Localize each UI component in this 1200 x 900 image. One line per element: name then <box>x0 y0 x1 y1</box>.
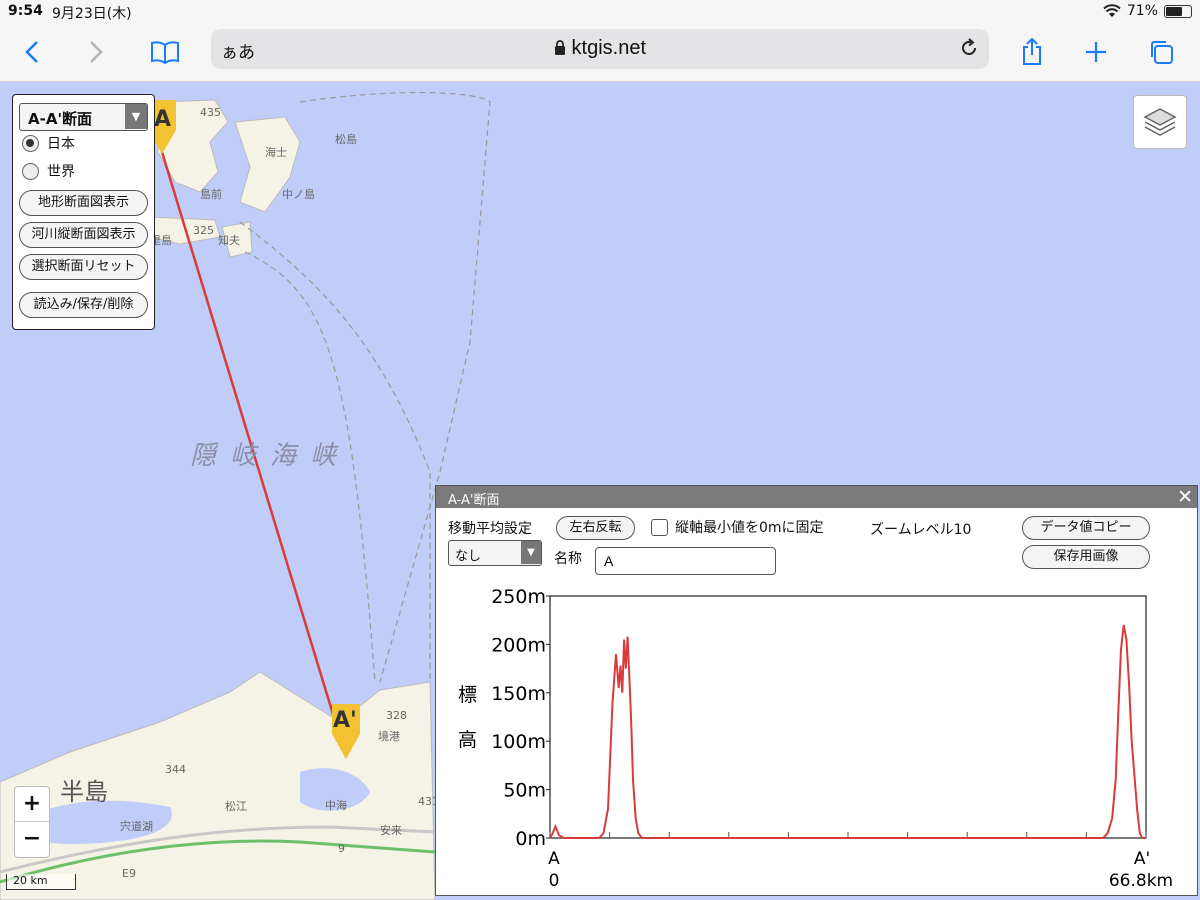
radio-world-label: 世界 <box>47 164 75 180</box>
map-label-6: 知夫 <box>218 234 240 247</box>
fix-min-label: 縦軸最小値を0mに固定 <box>675 520 824 536</box>
profile-window-title: A-A'断面 <box>448 493 500 508</box>
map-label-3: 島前 <box>200 188 222 201</box>
map-label-10: 344 <box>165 763 186 776</box>
new-tab-button[interactable] <box>1078 34 1114 70</box>
y-tick-label: 200m <box>491 634 546 656</box>
profile-control-panel: A-A'断面 ▼ 日本 世界 地形断面図表示 河川縦断面図表示 選択断面リセット… <box>12 94 155 330</box>
map-label-15: 安来 <box>380 824 402 837</box>
map-label-1: 松島 <box>335 133 357 146</box>
status-bar: 9:54 9月23日(木) 71% <box>0 0 1200 24</box>
zoom-out-button[interactable]: − <box>15 822 49 857</box>
url-host: ktgis.net <box>211 37 989 60</box>
section-select-value: A-A'断面 <box>28 110 93 128</box>
wifi-icon <box>1103 4 1121 17</box>
tabs-button[interactable] <box>1143 34 1179 70</box>
share-icon <box>1023 38 1041 65</box>
map-label-18: E9 <box>122 867 136 880</box>
map-label-12: 松江 <box>225 800 247 813</box>
share-button[interactable] <box>1014 34 1050 70</box>
name-input[interactable] <box>595 547 776 575</box>
river-profile-button[interactable]: 河川縦断面図表示 <box>19 222 148 248</box>
moving-average-select[interactable]: なし ▼ <box>448 540 542 566</box>
map-label-4: 中ノ島 <box>282 188 315 201</box>
map-label-16: 9 <box>338 842 345 855</box>
terrain-profile-button[interactable]: 地形断面図表示 <box>19 190 148 216</box>
y-tick-label: 100m <box>491 731 546 753</box>
chevron-left-icon <box>25 41 38 63</box>
name-label: 名称 <box>554 551 582 567</box>
y-axis-label-part-2: 高 <box>458 729 477 751</box>
book-icon <box>151 41 179 64</box>
zoom-level-text: ズームレベル10 <box>870 522 972 538</box>
y-axis-label-part-1: 標 <box>458 684 477 706</box>
chart-plot-area <box>549 595 1147 839</box>
save-image-button[interactable]: 保存用画像 <box>1022 545 1150 569</box>
map-label-9: 境港 <box>378 730 400 743</box>
profile-window: A-A'断面 ✕ 移動平均設定 なし ▼ 左右反転 縦軸最小値を0mに固定 ズー… <box>435 485 1198 896</box>
layers-icon <box>1143 108 1177 136</box>
map-label-14: 中海 <box>325 799 347 812</box>
zoom-control: + − <box>14 786 50 858</box>
map-label-11: 半島 <box>60 778 108 806</box>
layers-button[interactable] <box>1133 95 1187 149</box>
profile-window-titlebar: A-A'断面 ✕ <box>436 486 1197 508</box>
lock-icon <box>554 40 565 55</box>
zoom-in-button[interactable]: + <box>15 787 49 822</box>
marker-a-label: A <box>154 107 172 132</box>
dropdown-arrow-icon: ▼ <box>125 104 147 129</box>
map-label-13: 宍道湖 <box>120 820 153 833</box>
scale-bar: 20 km <box>6 874 76 890</box>
map-label-2: 海士 <box>265 146 287 159</box>
battery-icon <box>1164 4 1192 18</box>
section-select[interactable]: A-A'断面 ▼ <box>19 103 148 131</box>
x-end-label: A' <box>1134 849 1150 869</box>
back-button[interactable] <box>14 34 50 70</box>
copy-data-button[interactable]: データ値コピー <box>1022 516 1150 540</box>
status-date: 9月23日(木) <box>52 6 132 22</box>
map-label-0: 435 <box>200 106 221 119</box>
radio-world[interactable]: 世界 <box>22 161 75 181</box>
close-icon[interactable]: ✕ <box>1177 486 1193 508</box>
moving-average-label: 移動平均設定 <box>448 521 532 537</box>
status-time: 9:54 <box>8 3 43 19</box>
map-label-5: 325 <box>193 224 214 237</box>
y-tick-label: 150m <box>491 683 546 705</box>
radio-japan[interactable]: 日本 <box>22 133 75 153</box>
x-start-value: 0 <box>549 871 560 891</box>
dropdown-arrow-icon: ▼ <box>521 541 541 564</box>
reload-icon[interactable] <box>959 38 979 58</box>
marker-a-prime-label: A' <box>333 708 357 733</box>
x-start-label: A <box>548 849 560 869</box>
bookmarks-button[interactable] <box>147 34 183 70</box>
reset-section-button[interactable]: 選択断面リセット <box>19 254 148 280</box>
fix-min-checkbox[interactable] <box>651 519 668 536</box>
y-tick-label: 50m <box>503 780 546 802</box>
load-save-delete-button[interactable]: 読込み/保存/削除 <box>19 292 148 318</box>
battery-percent: 71% <box>1126 3 1158 19</box>
y-tick-label: 0m <box>515 828 546 850</box>
address-bar[interactable]: ぁあ ktgis.net <box>211 29 989 69</box>
browser-toolbar: ぁあ ktgis.net <box>0 24 1200 82</box>
x-end-value: 66.8km <box>1109 871 1173 891</box>
strait-label: 隠岐海峡 <box>190 441 351 471</box>
y-tick-label: 250m <box>491 586 546 608</box>
status-right: 71% <box>1103 3 1192 19</box>
tabs-icon <box>1151 41 1173 64</box>
radio-japan-label: 日本 <box>47 136 75 152</box>
flip-button[interactable]: 左右反転 <box>556 516 635 540</box>
elevation-chart: 標 高 250m 200m 150m 100m 50m 0m A 0 A' 66.8km <box>458 586 1173 891</box>
map-label-8: 328 <box>386 709 407 722</box>
forward-button[interactable] <box>78 34 114 70</box>
plus-icon <box>1086 42 1106 62</box>
radio-world-circle[interactable] <box>22 162 39 180</box>
moving-average-value: なし <box>455 549 482 564</box>
url-host-text: ktgis.net <box>571 37 647 59</box>
radio-japan-circle[interactable] <box>22 134 39 152</box>
chevron-right-icon <box>90 41 103 63</box>
